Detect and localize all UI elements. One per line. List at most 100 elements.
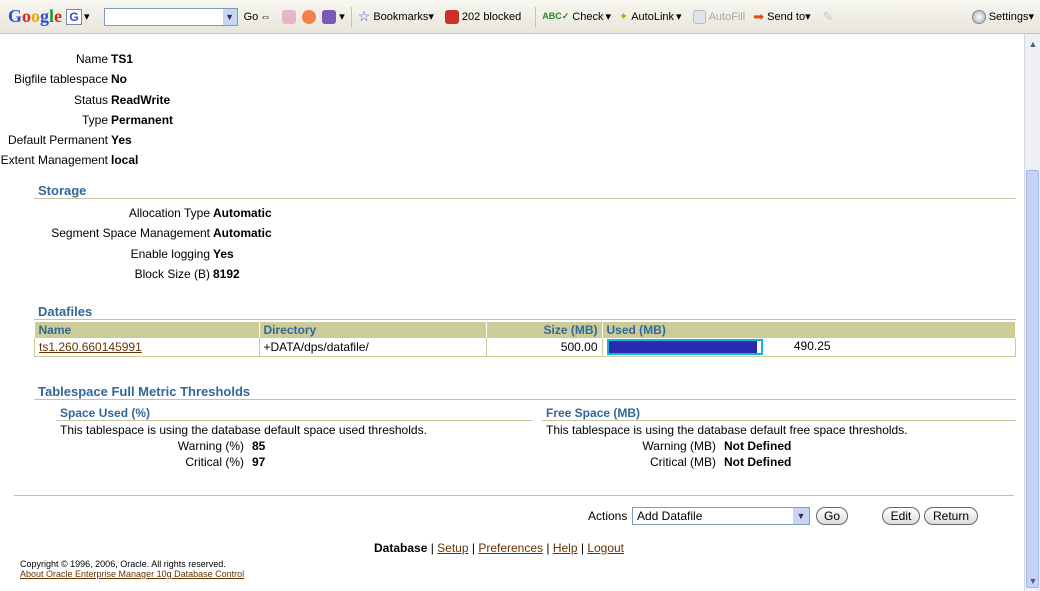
datafile-link[interactable]: ts1.260.660145991	[39, 340, 142, 354]
thresholds-section-title: Tablespace Full Metric Thresholds	[38, 384, 251, 399]
property-value: TS1	[111, 52, 134, 66]
property-row: Allocation Type Automatic	[0, 204, 272, 222]
critical-value: Not Defined	[724, 455, 792, 469]
column-header-size[interactable]: Size (MB)	[486, 322, 603, 338]
free-space-note: This tablespace is using the database de…	[546, 423, 908, 437]
spiral-icon[interactable]	[302, 9, 317, 24]
property-row: Status ReadWrite	[0, 91, 170, 109]
bookmarks-button[interactable]: ☆ Bookmarks ▾	[358, 8, 434, 25]
column-header-directory[interactable]: Directory	[259, 322, 487, 338]
spellcheck-icon: ABC✓	[542, 11, 570, 21]
section-divider	[34, 319, 1016, 320]
section-divider	[34, 198, 1016, 199]
property-value: local	[111, 153, 139, 167]
subsection-divider	[56, 420, 532, 421]
edit-button[interactable]: Edit	[882, 507, 920, 525]
toolbar-search-input[interactable]: ▼	[103, 7, 238, 26]
sendto-button[interactable]: ➡ Send to ▾	[753, 9, 810, 25]
critical-label: Critical (%)	[185, 455, 244, 469]
scroll-thumb[interactable]	[1026, 170, 1039, 588]
chevron-down-icon: ▾	[805, 11, 811, 23]
used-space-fill	[608, 341, 758, 353]
nav-setup-link[interactable]: Setup	[437, 541, 468, 555]
actions-selected: Add Datafile	[637, 509, 703, 523]
chevron-down-icon[interactable]: ▼	[793, 508, 809, 524]
actions-label: Actions	[588, 509, 628, 523]
used-value: 490.25	[793, 339, 831, 354]
chevron-down-icon: ▾	[1028, 11, 1034, 23]
toolbar-divider	[535, 6, 537, 27]
property-row: Extent Management local	[0, 151, 139, 169]
property-label: Allocation Type	[128, 206, 210, 220]
chevron-down-icon[interactable]: ▼	[222, 8, 237, 25]
check-label: Check	[572, 10, 604, 23]
google-logo[interactable]: Google	[8, 6, 62, 27]
pencil-icon[interactable]: ✎	[823, 9, 834, 25]
datafile-directory-cell: +DATA/dps/datafile/	[258, 338, 487, 357]
autolink-button[interactable]: ✦ AutoLink ▾	[619, 10, 682, 24]
nav-preferences-link[interactable]: Preferences	[478, 541, 543, 555]
property-row: Type Permanent	[0, 111, 173, 129]
logo-letter: e	[54, 6, 63, 26]
datafile-size-cell: 500.00	[485, 338, 603, 357]
nav-logout-link[interactable]: Logout	[587, 541, 624, 555]
autofill-button[interactable]: AutoFill	[690, 9, 746, 24]
copyright-text: Copyright © 1996, 2006, Oracle. All righ…	[20, 559, 226, 569]
blocked-label: 202 blocked	[461, 10, 522, 23]
chevron-down-icon[interactable]: ▾	[339, 10, 345, 23]
page-content: Name TS1 Bigfile tablespace No Status ReadW…	[0, 34, 1024, 591]
toolbar-divider	[350, 6, 352, 27]
vertical-scrollbar[interactable]: ▲ ▼	[1024, 34, 1040, 591]
datafile-name-cell: ts1.260.660145991	[34, 338, 260, 357]
column-header-name[interactable]: Name	[34, 322, 260, 338]
go-button[interactable]: Go ⇔	[244, 11, 272, 23]
property-value: ReadWrite	[111, 93, 171, 107]
chevron-down-icon: ▾	[428, 11, 434, 23]
flower-icon[interactable]	[282, 9, 297, 24]
warning-value: Not Defined	[724, 439, 792, 453]
wand-icon: ✦	[619, 11, 629, 23]
settings-button[interactable]: Settings ▾	[971, 9, 1034, 24]
scroll-down-icon[interactable]: ▼	[1026, 573, 1040, 589]
scroll-up-icon[interactable]: ▲	[1026, 36, 1040, 52]
nav-database: Database	[374, 541, 428, 555]
send-arrow-icon: ➡	[753, 8, 765, 24]
property-label: Status	[73, 93, 108, 107]
property-value: Automatic	[213, 226, 272, 240]
settings-label: Settings	[988, 10, 1029, 23]
nav-help-link[interactable]: Help	[553, 541, 578, 555]
about-link[interactable]: About Oracle Enterprise Manager 10g Data…	[20, 569, 244, 579]
critical-value: 97	[252, 455, 266, 469]
logo-letter: o	[22, 6, 32, 26]
property-value: No	[111, 72, 127, 86]
g-icon: G	[66, 8, 83, 25]
threshold-row: Warning (%) 85	[0, 439, 266, 453]
popup-blocker-button[interactable]: 202 blocked	[442, 9, 522, 24]
critical-label: Critical (MB)	[650, 455, 716, 469]
logo-letter: g	[40, 6, 50, 26]
datafiles-section-title: Datafiles	[38, 304, 93, 319]
property-label: Bigfile tablespace	[13, 72, 108, 86]
settings-icon	[971, 9, 986, 24]
space-used-note: This tablespace is using the database de…	[60, 423, 427, 437]
chevron-down-icon: ▾	[605, 11, 611, 23]
warning-label: Warning (%)	[177, 439, 244, 453]
datafiles-table: Name Directory Size (MB) Used (MB) ts1.2…	[34, 322, 1016, 357]
table-header-row: Name Directory Size (MB) Used (MB)	[34, 322, 1016, 338]
go-button[interactable]: Go	[816, 507, 848, 525]
property-value: Automatic	[213, 206, 272, 220]
property-value: Permanent	[111, 113, 174, 127]
browser-toolbar: Google G ▾ ▼ Go ⇔ ▾ ☆ Bookmarks ▾ 202 blocke…	[0, 0, 1040, 34]
autofill-label: AutoFill	[708, 10, 746, 23]
actions-select[interactable]: Add Datafile ▼	[632, 507, 810, 525]
property-row: Bigfile tablespace No	[0, 70, 127, 88]
bookmarks-label: Bookmarks	[373, 10, 429, 23]
return-button[interactable]: Return	[924, 507, 978, 525]
chevron-down-icon: ▾	[84, 11, 90, 23]
property-value: 8192	[213, 267, 240, 281]
google-menu-button[interactable]: G ▾	[66, 8, 90, 25]
puzzle-icon[interactable]	[322, 9, 337, 24]
autolink-label: AutoLink	[631, 10, 675, 23]
column-header-used[interactable]: Used (MB)	[602, 322, 1016, 338]
spellcheck-button[interactable]: ABC✓ Check ▾	[542, 10, 611, 24]
